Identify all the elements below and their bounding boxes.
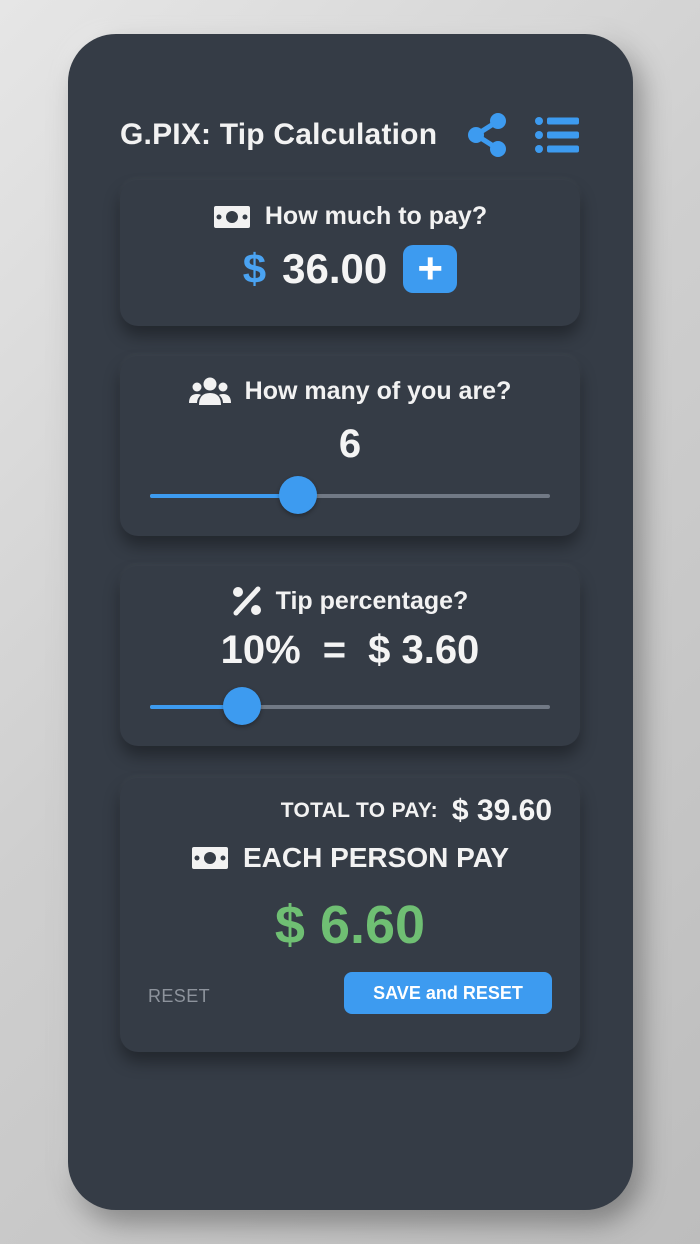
- equals-sign: =: [322, 628, 347, 672]
- people-slider-fill: [150, 494, 298, 498]
- people-slider-thumb[interactable]: [279, 476, 317, 514]
- people-question-row: How many of you are?: [120, 376, 580, 406]
- each-person-label: EACH PERSON PAY: [242, 842, 510, 873]
- each-person-row: EACH PERSON PAY: [120, 842, 580, 874]
- header-actions: [466, 112, 580, 158]
- list-menu-icon[interactable]: [534, 115, 580, 155]
- share-icon[interactable]: [466, 112, 508, 158]
- page-title: G.PIX: Tip Calculation: [120, 118, 438, 151]
- people-count: 6: [338, 422, 362, 466]
- reset-button[interactable]: RESET: [148, 986, 210, 1007]
- plus-icon: +: [417, 244, 444, 293]
- amount-row: $ 36.00 +: [120, 244, 580, 293]
- tip-percent: 10%: [220, 628, 301, 672]
- tip-summary: 10% = $ 3.60: [120, 628, 580, 673]
- total-row: TOTAL TO PAY: $ 39.60: [281, 794, 552, 828]
- tip-amount: $ 3.60: [368, 628, 480, 672]
- amount-value[interactable]: 36.00: [282, 245, 387, 293]
- total-value: $ 39.60: [451, 794, 552, 827]
- result-card: TOTAL TO PAY: $ 39.60 EACH PERSON PAY $ …: [120, 778, 580, 1052]
- amount-card: How much to pay? $ 36.00 +: [120, 180, 580, 326]
- users-icon: [188, 376, 231, 406]
- people-slider[interactable]: [150, 476, 550, 514]
- money-bill-icon: [191, 846, 229, 870]
- money-bill-icon: [213, 205, 251, 229]
- tip-card: Tip percentage? 10% = $ 3.60: [120, 566, 580, 746]
- save-and-reset-button[interactable]: SAVE and RESET: [344, 972, 552, 1014]
- each-person-value: $ 6.60: [274, 895, 426, 955]
- amount-question: How much to pay?: [264, 202, 488, 230]
- add-amount-button[interactable]: +: [403, 244, 458, 293]
- people-card: How many of you are? 6: [120, 356, 580, 536]
- percent-icon: [232, 586, 262, 616]
- amount-question-row: How much to pay?: [120, 202, 580, 231]
- tip-slider[interactable]: [150, 687, 550, 725]
- tip-slider-thumb[interactable]: [223, 687, 261, 725]
- people-question: How many of you are?: [244, 376, 512, 405]
- tip-question: Tip percentage?: [275, 586, 469, 615]
- app-header: G.PIX: Tip Calculation: [120, 110, 580, 160]
- tip-question-row: Tip percentage?: [120, 586, 580, 616]
- total-label: TOTAL TO PAY:: [280, 799, 438, 822]
- currency-symbol: $: [242, 245, 267, 292]
